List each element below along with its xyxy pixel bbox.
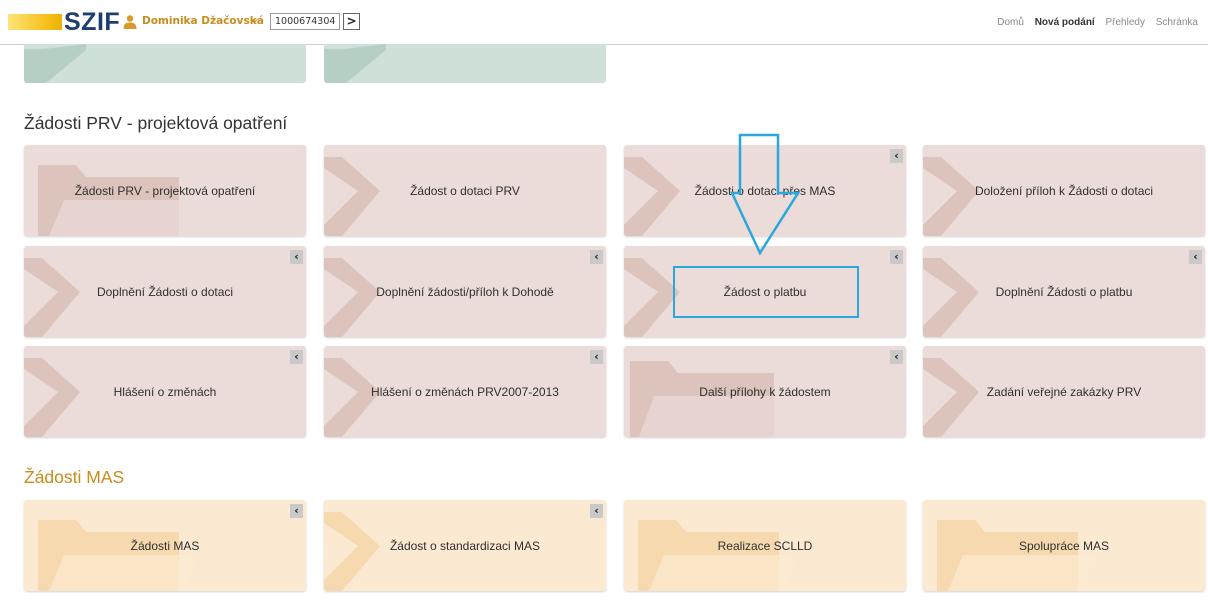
tile-label: Realizace SCLLD (717, 538, 813, 553)
nav-new-submissions[interactable]: Nová podání (1035, 17, 1095, 28)
tile-label: Doložení příloh k Žádosti o dotaci (974, 183, 1154, 198)
tile-label: Žádost o standardizaci MAS (389, 538, 541, 553)
nav-inbox[interactable]: Schránka (1156, 17, 1198, 28)
tile-label: Hlášení o změnách PRV2007-2013 (371, 384, 559, 399)
section-title-prv: Žádosti PRV - projektová opatření (24, 113, 288, 133)
tile-zadost-o-dotaci-prv[interactable]: Žádost o dotaci PRV (324, 145, 606, 236)
szif-logo[interactable]: SZIF (64, 8, 120, 37)
tile-zadosti-mas[interactable]: ‹ Žádosti MAS (24, 500, 306, 591)
user-icon (123, 15, 137, 29)
tile-hlaseni-o-zmenach[interactable]: ‹ Hlášení o změnách (24, 346, 306, 437)
chevron-icon (324, 44, 386, 83)
tile-verejne-zakazky[interactable]: Zadání veřejné zakázky PRV (923, 346, 1205, 437)
user-name[interactable]: Dominika Džačovská (142, 15, 264, 27)
collapse-button[interactable]: ‹ (1189, 250, 1202, 264)
tile-label: Další přílohy k žádostem (699, 384, 831, 399)
tile-doplneni-k-dohode[interactable]: ‹ Doplnění žádosti/příloh k Dohodě (324, 246, 606, 337)
annotation-arrow-icon (730, 133, 801, 256)
collapse-button[interactable]: ‹ (590, 350, 603, 364)
top-navigation: Domů Nová podání Přehledy Schránka (989, 17, 1198, 28)
tile-label: Žádosti MAS (130, 538, 200, 553)
chevron-icon (24, 44, 86, 83)
tile-dolozeni-priloh[interactable]: Doložení příloh k Žádosti o dotaci (923, 145, 1205, 236)
tile-realizace-sclld[interactable]: Realizace SCLLD (624, 500, 906, 591)
annotation-highlight-box (673, 266, 859, 318)
section-title-mas: Žádosti MAS (24, 467, 125, 487)
tile-doplneni-zadosti-o-dotaci[interactable]: ‹ Doplnění Žádosti o dotaci (24, 246, 306, 337)
collapse-button[interactable]: ‹ (290, 250, 303, 264)
logo-stripe (8, 14, 62, 30)
partial-tile[interactable] (324, 44, 606, 83)
tile-spoluprace-mas[interactable]: Spolupráce MAS (923, 500, 1205, 591)
tile-label: Hlášení o změnách (113, 384, 217, 399)
tile-label: Doplnění Žádosti o platbu (995, 284, 1133, 299)
tile-hlaseni-o-zmenach-2007[interactable]: ‹ Hlášení o změnách PRV2007-2013 (324, 346, 606, 437)
tile-label: Doplnění Žádosti o dotaci (96, 284, 234, 299)
collapse-button[interactable]: ‹ (590, 250, 603, 264)
collapse-button[interactable]: ‹ (290, 504, 303, 518)
tile-prv-projekty[interactable]: Žádosti PRV - projektová opatření (24, 145, 306, 236)
go-button[interactable]: > (343, 13, 360, 30)
top-header: SZIF Dominika Džačovská ⌄ > Domů Nová po… (0, 0, 1208, 45)
tile-label: Spolupráce MAS (1018, 538, 1110, 553)
collapse-button[interactable]: ‹ (290, 350, 303, 364)
chevron-down-icon[interactable]: ⌄ (250, 11, 260, 25)
collapse-button[interactable]: ‹ (890, 149, 903, 163)
tile-standardizace-mas[interactable]: ‹ Žádost o standardizaci MAS (324, 500, 606, 591)
nav-home[interactable]: Domů (997, 17, 1024, 28)
collapse-button[interactable]: ‹ (890, 250, 903, 264)
client-id-input[interactable] (270, 13, 340, 30)
tile-label: Zadání veřejné zakázky PRV (986, 384, 1142, 399)
tile-label: Žádost o dotaci PRV (410, 183, 520, 198)
collapse-button[interactable]: ‹ (890, 350, 903, 364)
partial-tile[interactable] (24, 44, 306, 83)
tile-doplneni-zadosti-o-platbu[interactable]: ‹ Doplnění Žádosti o platbu (923, 246, 1205, 337)
tile-label: Doplnění žádosti/příloh k Dohodě (376, 284, 554, 299)
nav-overviews[interactable]: Přehledy (1106, 17, 1145, 28)
tile-dalsi-prilohy[interactable]: ‹ Další přílohy k žádostem (624, 346, 906, 437)
collapse-button[interactable]: ‹ (590, 504, 603, 518)
tile-label: Žádosti PRV - projektová opatření (74, 183, 256, 198)
